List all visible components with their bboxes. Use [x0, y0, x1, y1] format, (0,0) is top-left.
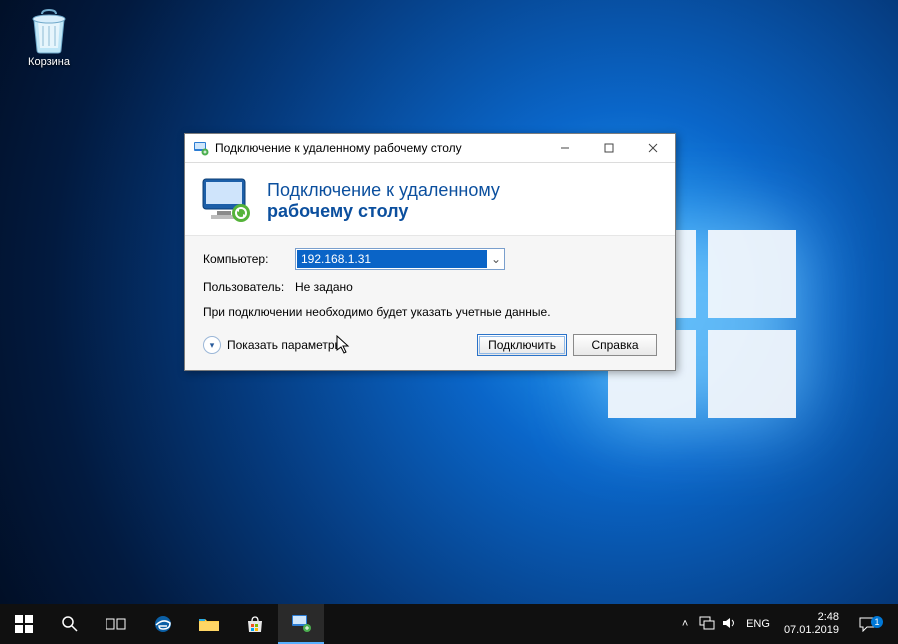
show-options-label: Показать параметры — [227, 338, 343, 352]
task-view-button[interactable] — [92, 604, 140, 644]
chevron-down-icon: ⌄ — [488, 252, 504, 266]
taskbar-clock[interactable]: 2:48 07.01.2019 — [776, 611, 847, 636]
desktop: Корзина Подключение к удаленному рабочем… — [0, 0, 898, 644]
task-view-icon — [106, 616, 126, 632]
connect-button[interactable]: Подключить — [477, 334, 567, 356]
user-value: Не задано — [295, 280, 353, 294]
taskbar-app-rdp[interactable] — [278, 604, 324, 644]
language-indicator[interactable]: ENG — [740, 618, 776, 630]
recycle-bin-label: Корзина — [14, 56, 84, 68]
folder-icon — [198, 615, 220, 633]
start-button[interactable] — [0, 604, 48, 644]
search-icon — [61, 615, 79, 633]
system-tray: ˄ ENG 2:48 07.01.2019 1 — [674, 604, 898, 644]
taskbar-app-store[interactable] — [232, 604, 278, 644]
close-button[interactable] — [631, 134, 675, 162]
volume-icon[interactable] — [718, 616, 740, 633]
titlebar-text: Подключение к удаленному рабочему столу — [215, 141, 543, 155]
rdp-header-icon — [201, 177, 253, 225]
search-button[interactable] — [48, 604, 92, 644]
store-icon — [245, 614, 265, 634]
notification-badge: 1 — [871, 616, 883, 628]
rdp-titlebar-icon — [193, 140, 209, 156]
rdp-icon — [290, 613, 312, 633]
taskbar-app-explorer[interactable] — [186, 604, 232, 644]
taskbar-date: 07.01.2019 — [784, 624, 839, 637]
edge-icon — [153, 614, 173, 634]
titlebar[interactable]: Подключение к удаленному рабочему столу — [185, 134, 675, 163]
recycle-bin-icon — [28, 8, 70, 54]
network-icon[interactable] — [696, 616, 718, 633]
rdp-dialog: Подключение к удаленному рабочему столу … — [184, 133, 676, 371]
credentials-hint: При подключении необходимо будет указать… — [203, 304, 657, 320]
dialog-body: Компьютер: 192.168.1.31 ⌄ Пользователь: … — [185, 236, 675, 370]
maximize-button[interactable] — [587, 134, 631, 162]
computer-label: Компьютер: — [203, 252, 295, 266]
taskbar: ˄ ENG 2:48 07.01.2019 1 — [0, 604, 898, 644]
dialog-header: Подключение к удаленному рабочему столу — [185, 163, 675, 236]
chevron-down-icon: ▾ — [203, 336, 221, 354]
action-center-button[interactable]: 1 — [847, 616, 887, 632]
minimize-button[interactable] — [543, 134, 587, 162]
user-label: Пользователь: — [203, 280, 295, 294]
dialog-heading: Подключение к удаленному рабочему столу — [267, 180, 500, 221]
computer-value: 192.168.1.31 — [297, 250, 487, 268]
computer-combobox[interactable]: 192.168.1.31 ⌄ — [295, 248, 505, 270]
taskbar-time: 2:48 — [784, 611, 839, 624]
tray-chevron-up-icon[interactable]: ˄ — [674, 618, 696, 630]
show-options-toggle[interactable]: ▾ Показать параметры — [203, 336, 343, 354]
taskbar-app-edge[interactable] — [140, 604, 186, 644]
help-button[interactable]: Справка — [573, 334, 657, 356]
recycle-bin-desktop-icon[interactable]: Корзина — [14, 8, 84, 68]
